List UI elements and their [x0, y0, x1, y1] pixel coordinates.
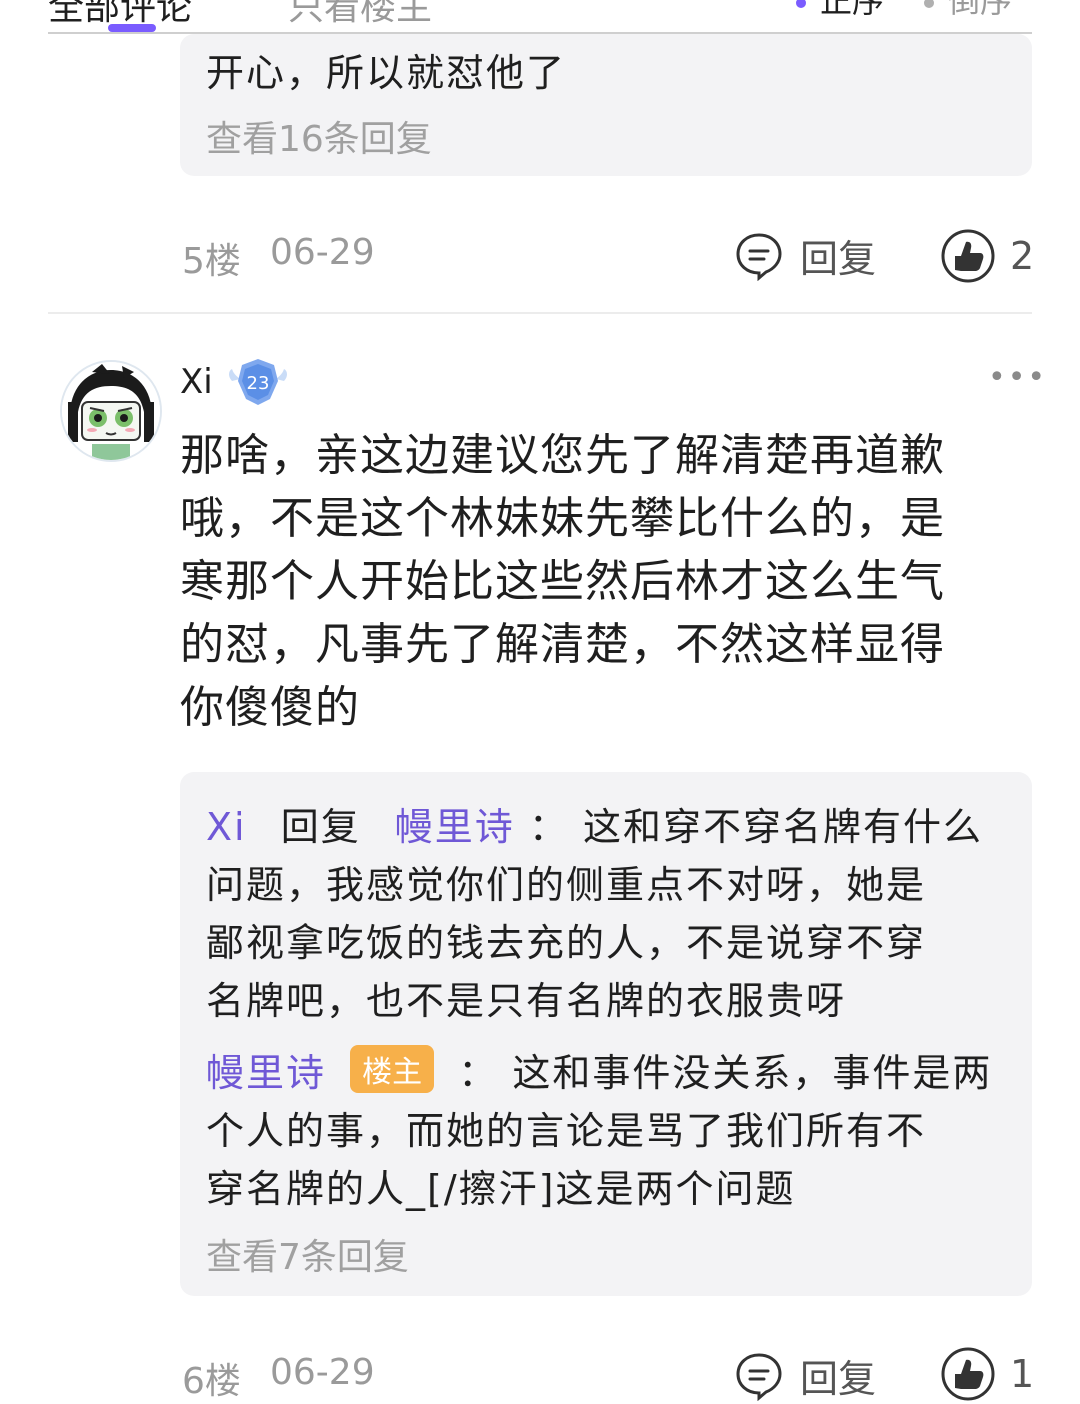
comment-body: 那啥，亲这边建议您先了解清楚再道歉 哦，不是这个林妹妹先攀比什么的，是 寒那个人… [180, 424, 1010, 739]
level-number: 23 [247, 373, 270, 394]
reply-button[interactable]: 回复 [734, 1348, 876, 1403]
prev-comment-reply-box: 开心，所以就怼他了 查看16条回复 [180, 34, 1032, 176]
selected-dot-icon [796, 0, 806, 8]
like-button[interactable]: 2 [940, 228, 1034, 284]
reply-label: 回复 [800, 237, 877, 281]
op-badge: 楼主 [350, 1045, 435, 1093]
reply-label: 回复 [800, 1357, 877, 1401]
comment-divider [48, 312, 1032, 314]
sub-reply-line: 问题，我感觉你们的侧重点不对呀，她是 [206, 863, 927, 907]
floor-number: 6楼 [182, 1361, 241, 1402]
tab-only-op[interactable]: 只看楼主 [288, 0, 432, 30]
avatar-image [62, 362, 160, 460]
level-shield-icon: 23 [229, 359, 287, 405]
sub-reply-line: 鄙视拿吃饭的钱去充的人，不是说穿不穿 [206, 921, 927, 965]
comment-body-line: 你傻傻的 [180, 682, 360, 733]
reply-button[interactable]: 回复 [734, 228, 876, 283]
avatar[interactable] [60, 360, 162, 462]
sort-asc-option[interactable]: 正序 [796, 0, 884, 22]
comment-body-line: 的怼，凡事先了解清楚，不然这样显得 [180, 619, 945, 670]
reply-target[interactable]: 幔里诗 [395, 805, 515, 849]
reply-text: 这和穿不穿名牌有什么 [583, 805, 984, 849]
reply-author[interactable]: Xi [206, 805, 247, 849]
reply-text: 开心，所以就怼他了 [206, 51, 567, 95]
reply-colon: ： [528, 805, 569, 849]
floor-number: 5楼 [182, 241, 241, 282]
username[interactable]: Xi [180, 362, 213, 402]
comment-body-line: 哦，不是这个林妹妹先攀比什么的，是 [180, 493, 945, 544]
sub-reply-line: Xi 回复 幔里诗 ： 这和穿不穿名牌有什么 [206, 796, 983, 851]
unselected-dot-icon [924, 0, 934, 8]
like-count: 1 [1010, 1352, 1035, 1396]
comment-tabs: 全部评论 只看楼主 正序 倒序 [0, 0, 1080, 34]
reply-text: 这和事件没关系，事件是两 [512, 1051, 993, 1095]
view-replies-link[interactable]: 查看7条回复 [206, 1228, 409, 1280]
sort-desc-option[interactable]: 倒序 [924, 0, 1012, 22]
comment-icon [736, 232, 782, 281]
sub-reply-line: 穿名牌的人_[/擦汗]这是两个问题 [206, 1167, 796, 1211]
thumbs-up-icon [941, 1347, 995, 1401]
reply-author[interactable]: 幔里诗 [206, 1051, 326, 1095]
more-options-button[interactable]: ••• [988, 360, 1047, 395]
sub-reply-line: 幔里诗 楼主 ： 这和事件没关系，事件是两 [206, 1042, 992, 1097]
active-tab-indicator [108, 24, 156, 32]
like-button[interactable]: 1 [940, 1346, 1034, 1402]
thumbs-up-icon [941, 229, 995, 283]
sub-reply-line: 个人的事，而她的言论是骂了我们所有不 [206, 1109, 927, 1153]
sub-reply-line: 名牌吧，也不是只有名牌的衣服贵呀 [206, 979, 847, 1023]
view-replies-link[interactable]: 查看16条回复 [206, 110, 432, 162]
reply-verb: 回复 [280, 805, 361, 849]
comment-body-line: 寒那个人开始比这些然后林才这么生气 [180, 556, 945, 607]
like-count: 2 [1010, 234, 1035, 278]
comment-body-line: 那啥，亲这边建议您先了解清楚再道歉 [180, 430, 945, 481]
sub-replies-box: Xi 回复 幔里诗 ： 这和穿不穿名牌有什么 问题，我感觉你们的侧重点不对呀，她… [180, 772, 1032, 1296]
comment-date: 06-29 [270, 232, 375, 273]
comment-icon [736, 1352, 782, 1401]
comment-date: 06-29 [270, 1352, 375, 1393]
level-badge: 23 [226, 355, 290, 411]
reply-colon: ： [458, 1051, 499, 1095]
